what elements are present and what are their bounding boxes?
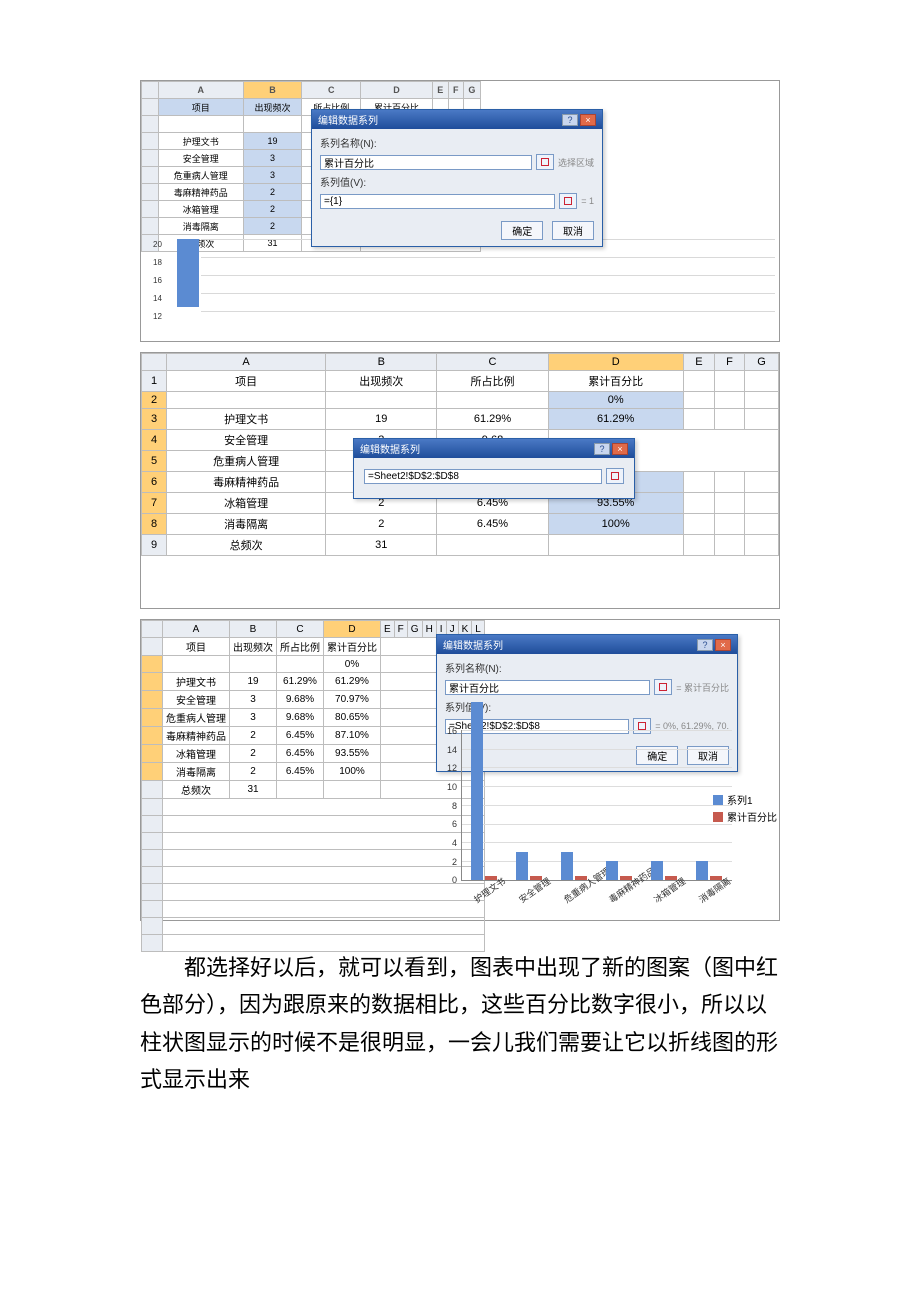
series-name-preview: = 累计百分比 <box>676 681 729 694</box>
edit-series-dialog-1[interactable]: 编辑数据系列 ? × 系列名称(N): 选择区域 系列值(V): = 1 <box>311 109 603 247</box>
col-D[interactable]: D <box>361 82 433 99</box>
dialog-title: 编辑数据系列 <box>360 441 420 456</box>
col-G[interactable]: G <box>463 82 480 99</box>
cell-header-B[interactable]: 出现频次 <box>243 99 302 116</box>
embedded-chart[interactable]: 系列1 累计百分比 16 14 12 10 8 6 4 2 0 护理文书安全管理… <box>441 730 773 914</box>
spreadsheet-grid-3[interactable]: A B C D E F G H I J K L 项目出现频次所占比例累计百分比 … <box>141 620 485 952</box>
cell[interactable]: 护理文书 <box>159 133 244 150</box>
select-all-corner[interactable] <box>142 354 167 371</box>
help-button[interactable]: ? <box>562 114 578 126</box>
series-value-input[interactable] <box>320 194 555 209</box>
screenshot-1: A B C D E F G 项目 出现频次 所占比例 累计百分比 0% 护理文书… <box>140 80 780 342</box>
dialog-title: 编辑数据系列 <box>443 637 503 652</box>
select-all-corner[interactable] <box>142 82 159 99</box>
col-F[interactable]: F <box>448 82 463 99</box>
close-button[interactable]: × <box>612 443 628 455</box>
screenshot-2: A B C D E F G 1项目出现频次所占比例累计百分比 20% 3护理文书… <box>140 352 780 609</box>
screenshot-3: A B C D E F G H I J K L 项目出现频次所占比例累计百分比 … <box>140 619 780 921</box>
chart-bars: 护理文书安全管理危重病人管理毒麻精神药品冰箱管理消毒隔离 <box>461 730 731 880</box>
edit-series-dialog-2[interactable]: 编辑数据系列 ? × <box>353 438 635 499</box>
series-name-label: 系列名称(N): <box>445 660 502 675</box>
series-name-input[interactable] <box>445 680 650 695</box>
range-select-icon[interactable] <box>606 468 624 484</box>
series-value-label: 系列值(V): <box>445 699 491 714</box>
series-value-label: 系列值(V): <box>320 174 366 189</box>
col-A[interactable]: A <box>159 82 244 99</box>
close-button[interactable]: × <box>580 114 596 126</box>
col-E[interactable]: E <box>432 82 448 99</box>
range-select-icon[interactable] <box>536 154 554 170</box>
help-button[interactable]: ? <box>697 639 713 651</box>
series-name-input[interactable] <box>320 155 532 170</box>
series-name-label: 系列名称(N): <box>320 135 377 150</box>
series-value-input[interactable] <box>364 469 602 484</box>
ok-button[interactable]: 确定 <box>501 221 543 240</box>
close-button[interactable]: × <box>715 639 731 651</box>
cell-header-A[interactable]: 项目 <box>159 99 244 116</box>
explanation-paragraph: 都选择好以后，就可以看到，图表中出现了新的图案（图中红色部分），因为跟原来的数据… <box>140 949 780 1099</box>
dialog-title: 编辑数据系列 <box>318 112 378 127</box>
chart1-bar <box>177 239 199 307</box>
series-name-preview: 选择区域 <box>558 156 594 169</box>
col-C[interactable]: C <box>302 82 361 99</box>
series-value-preview: = 1 <box>581 196 594 206</box>
col-B[interactable]: B <box>243 82 302 99</box>
range-select-icon[interactable] <box>559 193 577 209</box>
range-select-icon[interactable] <box>654 679 672 695</box>
chart1-yaxis: 20 18 16 14 12 <box>153 236 162 326</box>
cancel-button[interactable]: 取消 <box>552 221 594 240</box>
help-button[interactable]: ? <box>594 443 610 455</box>
